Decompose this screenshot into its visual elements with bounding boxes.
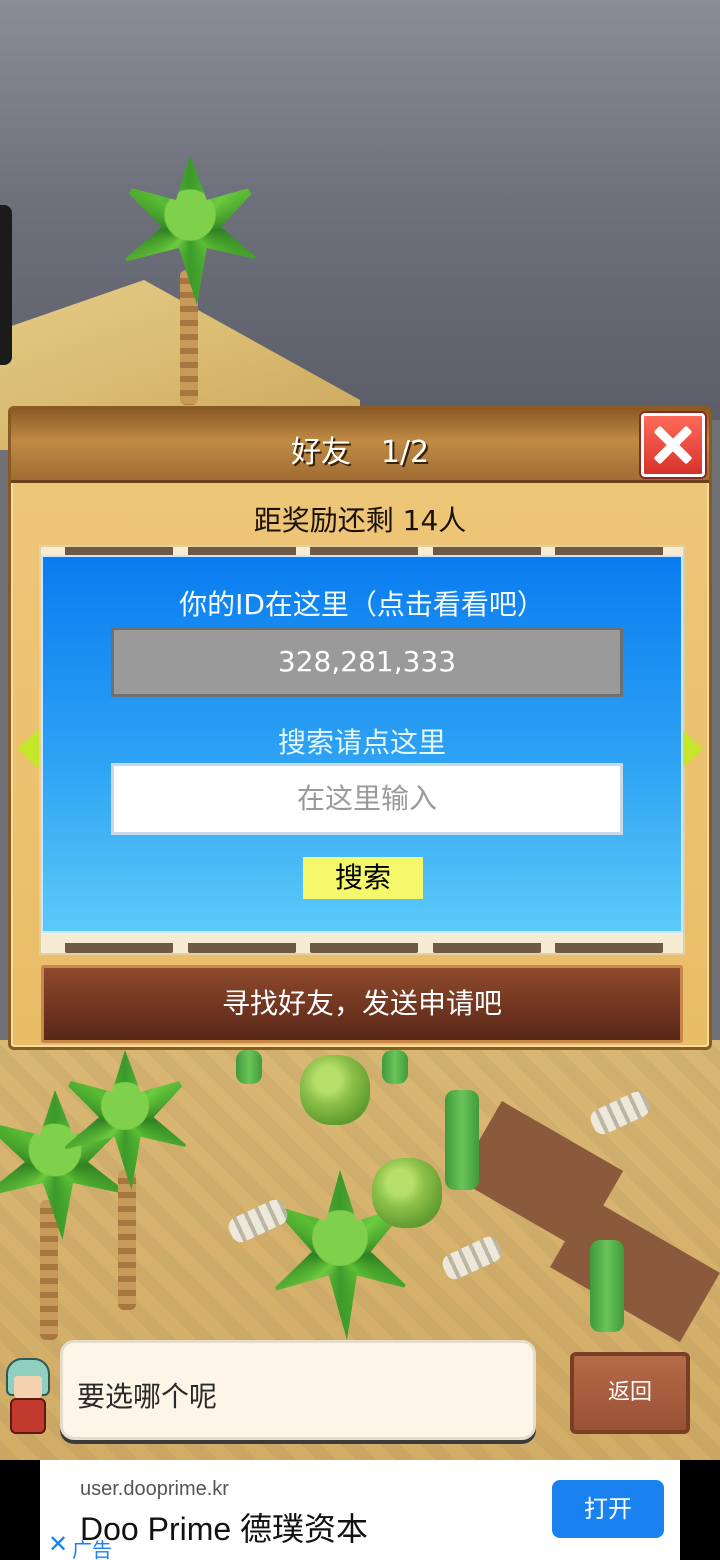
dialog-title: 好友 1/2 bbox=[290, 435, 430, 470]
advisor-avatar bbox=[0, 1352, 60, 1444]
avatar-face bbox=[14, 1376, 42, 1398]
search-button[interactable]: 搜索 bbox=[303, 857, 423, 899]
cactus-icon bbox=[382, 1050, 408, 1084]
ad-banner[interactable]: user.dooprime.kr Doo Prime 德璞资本 打开 ✕ 广告 bbox=[40, 1460, 680, 1560]
find-friends-button[interactable]: 寻找好友，发送申请吧 bbox=[41, 965, 683, 1043]
prev-page-arrow-icon[interactable] bbox=[17, 729, 39, 769]
ad-close-icon[interactable]: ✕ bbox=[48, 1532, 68, 1556]
palm-tree-trunk bbox=[118, 1170, 136, 1310]
ad-open-button[interactable]: 打开 bbox=[552, 1480, 664, 1538]
back-button[interactable]: 返回 bbox=[570, 1352, 690, 1434]
speech-bubble: 要选哪个呢 bbox=[60, 1340, 536, 1440]
bush-icon bbox=[300, 1055, 370, 1125]
side-drawer-tab[interactable] bbox=[0, 205, 12, 365]
reward-remaining-text: 距奖励还剩 14人 bbox=[253, 504, 467, 537]
player-id-field[interactable]: 328,281,333 bbox=[111, 627, 623, 697]
ad-label: 广告 bbox=[72, 1538, 112, 1560]
cactus-icon bbox=[445, 1090, 479, 1190]
friend-id-panel: 你的ID在这里（点击看看吧） 328,281,333 搜索请点这里 在这里输入 … bbox=[41, 555, 683, 933]
bush-icon bbox=[372, 1158, 442, 1228]
friend-dialog: 好友 1/2 距奖励还剩 14人 你的ID在这里（点击看看吧） 328,281,… bbox=[8, 406, 712, 1050]
friend-slot bbox=[187, 943, 296, 953]
search-caption: 搜索请点这里 bbox=[277, 726, 446, 759]
search-input[interactable]: 在这里输入 bbox=[111, 763, 623, 835]
friend-slot bbox=[555, 943, 663, 953]
friend-slot bbox=[310, 943, 418, 953]
speech-text: 要选哪个呢 bbox=[77, 1380, 218, 1413]
cactus-icon bbox=[590, 1240, 624, 1332]
friend-slot bbox=[432, 943, 541, 953]
your-id-caption[interactable]: 你的ID在这里（点击看看吧） bbox=[43, 583, 681, 623]
friend-slot bbox=[65, 943, 173, 953]
close-icon[interactable] bbox=[641, 413, 705, 477]
ad-url: user.dooprime.kr bbox=[80, 1478, 229, 1500]
cactus-icon bbox=[236, 1050, 262, 1084]
avatar-body bbox=[10, 1398, 46, 1434]
dialog-header: 好友 1/2 bbox=[11, 409, 709, 483]
slot-row-bottom bbox=[65, 943, 663, 953]
next-page-arrow-icon[interactable] bbox=[681, 729, 703, 769]
palm-tree-trunk bbox=[40, 1200, 58, 1340]
ad-title: Doo Prime 德璞资本 bbox=[80, 1511, 369, 1547]
